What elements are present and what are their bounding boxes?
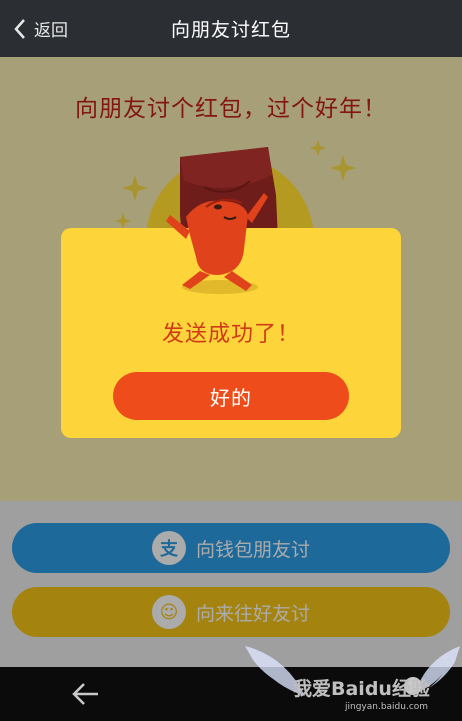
mascot-character bbox=[166, 193, 268, 294]
arrow-left-icon[interactable] bbox=[70, 681, 100, 707]
success-message: 发送成功了！ bbox=[161, 322, 300, 347]
baidu-watermark: 我爱Baidu经验 jingyan.baidu.com bbox=[245, 636, 460, 716]
page-title: 向朋友讨红包 bbox=[170, 19, 291, 41]
watermark-text: 我爱Baidu经验 bbox=[293, 678, 430, 700]
back-button[interactable]: 返回 bbox=[12, 16, 68, 41]
chevron-left-icon bbox=[14, 18, 25, 39]
watermark-url: jingyan.baidu.com bbox=[345, 702, 429, 712]
top-bar: 返回 向朋友讨红包 bbox=[0, 0, 462, 57]
ok-button[interactable]: 好的 bbox=[113, 372, 349, 420]
back-label: 返回 bbox=[34, 21, 68, 41]
